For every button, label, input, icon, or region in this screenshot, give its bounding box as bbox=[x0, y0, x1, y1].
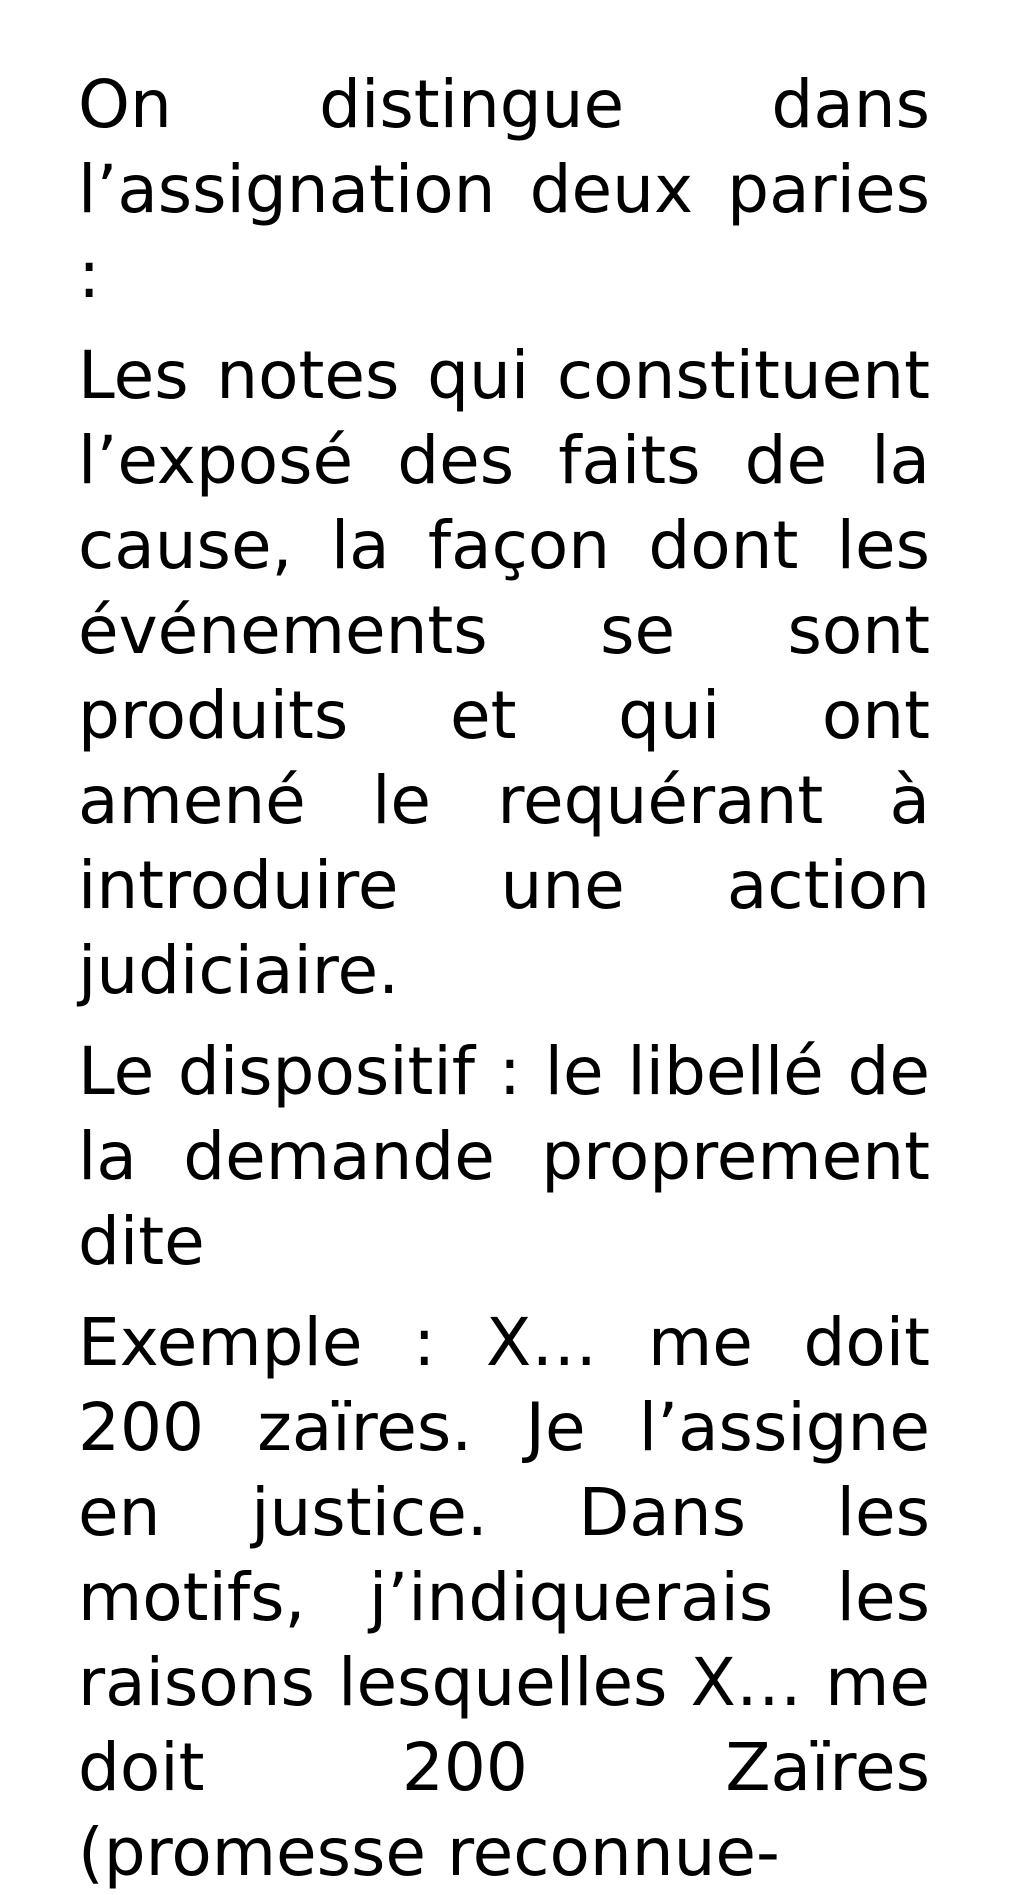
paragraph-exemple: Exemple : X… me doit 200 zaïres. Je l’as… bbox=[78, 1304, 930, 1891]
paragraph-motifs: Les notes qui constituent l’exposé des f… bbox=[78, 337, 930, 1009]
paragraph-intro: On distingue dans l’assignation deux par… bbox=[78, 66, 930, 313]
document-page: On distingue dans l’assignation deux par… bbox=[78, 62, 930, 1895]
paragraph-dispositif: Le dispositif : le libellé de la demande… bbox=[78, 1033, 930, 1280]
